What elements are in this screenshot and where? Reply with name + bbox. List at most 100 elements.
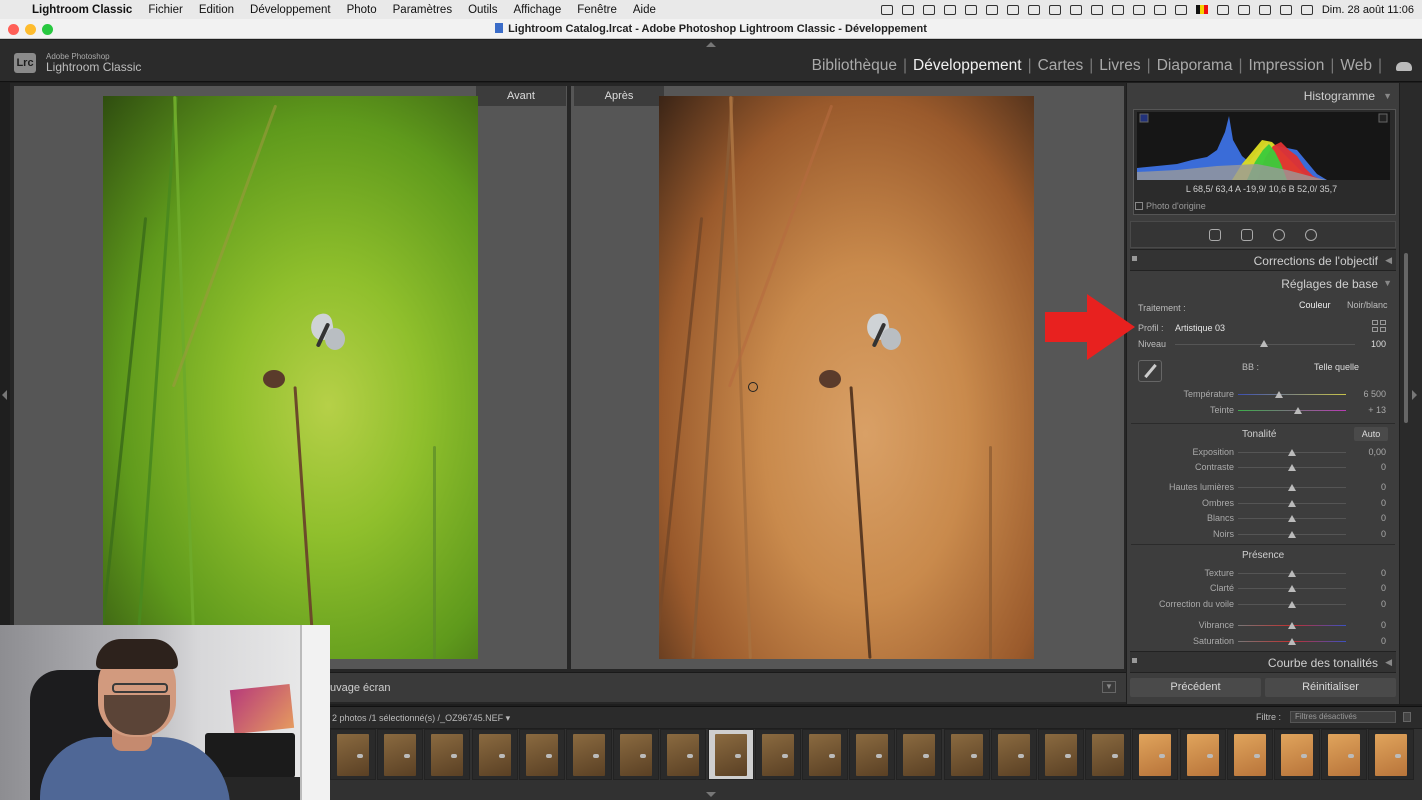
menu-fenetre[interactable]: Fenêtre <box>569 4 625 16</box>
slider-thumb-texture[interactable] <box>1288 570 1296 577</box>
slider-value-highlights[interactable]: 0 <box>1346 482 1386 492</box>
collapse-right-panel-icon[interactable] <box>1412 390 1417 400</box>
basic-header[interactable]: Réglages de base ▼ <box>1130 273 1396 295</box>
zoom-window-button[interactable] <box>42 24 53 35</box>
menu-outils[interactable]: Outils <box>460 4 505 16</box>
filmstrip-thumbnail[interactable] <box>1321 729 1368 780</box>
slider-thumb-shadows[interactable] <box>1288 500 1296 507</box>
tone-curve-header[interactable]: Courbe des tonalités ◀ <box>1130 651 1396 673</box>
app-status-icon[interactable] <box>901 4 914 15</box>
menu-edition[interactable]: Edition <box>191 4 242 16</box>
bluetooth-icon[interactable] <box>1216 4 1229 15</box>
filmstrip-thumbnail[interactable] <box>377 729 424 780</box>
red-eye-icon[interactable] <box>1273 228 1285 241</box>
calendar-icon[interactable] <box>1006 4 1019 15</box>
menu-parametres[interactable]: Paramètres <box>385 4 460 16</box>
collapse-top-icon[interactable] <box>706 42 716 47</box>
filmstrip-thumbnail[interactable] <box>802 729 848 780</box>
profile-select[interactable]: Artistique 03 <box>1175 323 1225 333</box>
slider-thumb-temperature[interactable] <box>1275 391 1284 398</box>
wifi-icon[interactable] <box>1258 4 1271 15</box>
toolbar-dropdown-icon[interactable]: ▼ <box>1102 681 1116 693</box>
histogram[interactable] <box>1137 112 1390 180</box>
treatment-bw[interactable]: Noir/blanc <box>1347 300 1388 310</box>
search-icon[interactable] <box>1279 4 1292 15</box>
reset-button[interactable]: Réinitialiser <box>1265 678 1396 697</box>
profile-browser-icon[interactable] <box>1372 320 1386 332</box>
filmstrip-thumbnail[interactable] <box>613 729 660 780</box>
level-value[interactable]: 100 <box>1346 339 1386 349</box>
slider-thumb-contrast[interactable] <box>1288 464 1296 471</box>
slider-value-clarity[interactable]: 0 <box>1346 583 1386 593</box>
slider-value-saturation[interactable]: 0 <box>1346 636 1386 646</box>
module-cartes[interactable]: Cartes <box>1038 57 1084 75</box>
slider-thumb-tint[interactable] <box>1294 407 1303 414</box>
previous-button[interactable]: Précédent <box>1130 678 1261 697</box>
minimize-window-button[interactable] <box>25 24 36 35</box>
airdrop-icon[interactable] <box>1174 4 1187 15</box>
slider-thumb-blacks[interactable] <box>1288 531 1296 538</box>
slider-value-vibrance[interactable]: 0 <box>1346 620 1386 630</box>
filmstrip-thumbnail[interactable] <box>1085 729 1132 780</box>
auto-button[interactable]: Auto <box>1354 427 1388 441</box>
slider-thumb-clarity[interactable] <box>1288 585 1296 592</box>
menu-affichage[interactable]: Affichage <box>505 4 569 16</box>
volume-icon[interactable] <box>1132 4 1145 15</box>
masking-icon[interactable] <box>1305 228 1317 241</box>
slider-value-texture[interactable]: 0 <box>1346 568 1386 578</box>
filmstrip-thumbnail[interactable] <box>1226 729 1273 780</box>
module-impression[interactable]: Impression <box>1249 57 1325 75</box>
slider-value-tint[interactable]: + 13 <box>1346 405 1386 415</box>
healing-brush-icon[interactable] <box>1241 228 1253 241</box>
toolbar-text[interactable]: uvage écran <box>330 682 391 694</box>
level-slider-thumb[interactable] <box>1260 340 1268 347</box>
display-icon[interactable] <box>1111 4 1124 15</box>
play-icon[interactable] <box>1153 4 1166 15</box>
module-diaporama[interactable]: Diaporama <box>1157 57 1233 75</box>
slider-value-blacks[interactable]: 0 <box>1346 529 1386 539</box>
menu-app[interactable]: Lightroom Classic <box>26 4 140 16</box>
battery-icon[interactable] <box>1237 4 1250 15</box>
slider-track-tint[interactable] <box>1238 410 1346 411</box>
treatment-color[interactable]: Couleur <box>1299 300 1331 310</box>
before-photo[interactable] <box>103 96 478 659</box>
module-bibliotheque[interactable]: Bibliothèque <box>812 57 897 75</box>
wb-select[interactable]: Telle quelle <box>1314 362 1359 372</box>
bird-icon[interactable] <box>943 4 956 15</box>
menu-developpement[interactable]: Développement <box>242 4 339 16</box>
filmstrip-thumbnail[interactable] <box>849 729 896 780</box>
filmstrip-thumbnail[interactable] <box>707 729 754 780</box>
menu-aide[interactable]: Aide <box>625 4 664 16</box>
slider-value-shadows[interactable]: 0 <box>1346 498 1386 508</box>
filmstrip-thumbnail[interactable] <box>896 729 943 780</box>
filmstrip-thumbnail[interactable] <box>943 729 990 780</box>
slider-value-temperature[interactable]: 6 500 <box>1346 389 1386 399</box>
filmstrip-thumbnail[interactable] <box>566 729 612 780</box>
creative-cloud-icon[interactable] <box>964 4 977 15</box>
cloud-icon[interactable] <box>985 4 998 15</box>
filmstrip-thumbnail[interactable] <box>1274 729 1320 780</box>
filmstrip-thumbnail[interactable] <box>1038 729 1084 780</box>
slider-value-contrast[interactable]: 0 <box>1346 462 1386 472</box>
eyedropper-icon[interactable] <box>1138 360 1162 382</box>
filmstrip-info[interactable]: 2 photos /1 sélectionné(s) /_OZ96745.NEF… <box>332 713 510 724</box>
control-center-icon[interactable] <box>1300 4 1313 15</box>
slider-value-whites[interactable]: 0 <box>1346 513 1386 523</box>
menu-photo[interactable]: Photo <box>339 4 385 16</box>
module-livres[interactable]: Livres <box>1099 57 1140 75</box>
slider-thumb-exposure[interactable] <box>1288 449 1296 456</box>
grid-icon[interactable] <box>1069 4 1082 15</box>
filmstrip-thumbnail[interactable] <box>1368 729 1415 780</box>
clipboard-icon[interactable] <box>1027 4 1040 15</box>
lens-corrections-header[interactable]: Corrections de l'objectif ◀ <box>1130 249 1396 271</box>
time-machine-icon[interactable] <box>1048 4 1061 15</box>
filter-dropdown[interactable]: Filtres désactivés <box>1290 711 1396 723</box>
keyboard-flag-icon[interactable] <box>1195 5 1208 14</box>
module-web[interactable]: Web <box>1340 57 1372 75</box>
slider-thumb-vibrance[interactable] <box>1288 622 1296 629</box>
filmstrip-thumbnail[interactable] <box>1179 729 1226 780</box>
menu-fichier[interactable]: Fichier <box>140 4 191 16</box>
slider-thumb-dehaze[interactable] <box>1288 601 1296 608</box>
checkbox-icon[interactable] <box>1135 202 1143 210</box>
filmstrip-thumbnail[interactable] <box>330 729 376 780</box>
